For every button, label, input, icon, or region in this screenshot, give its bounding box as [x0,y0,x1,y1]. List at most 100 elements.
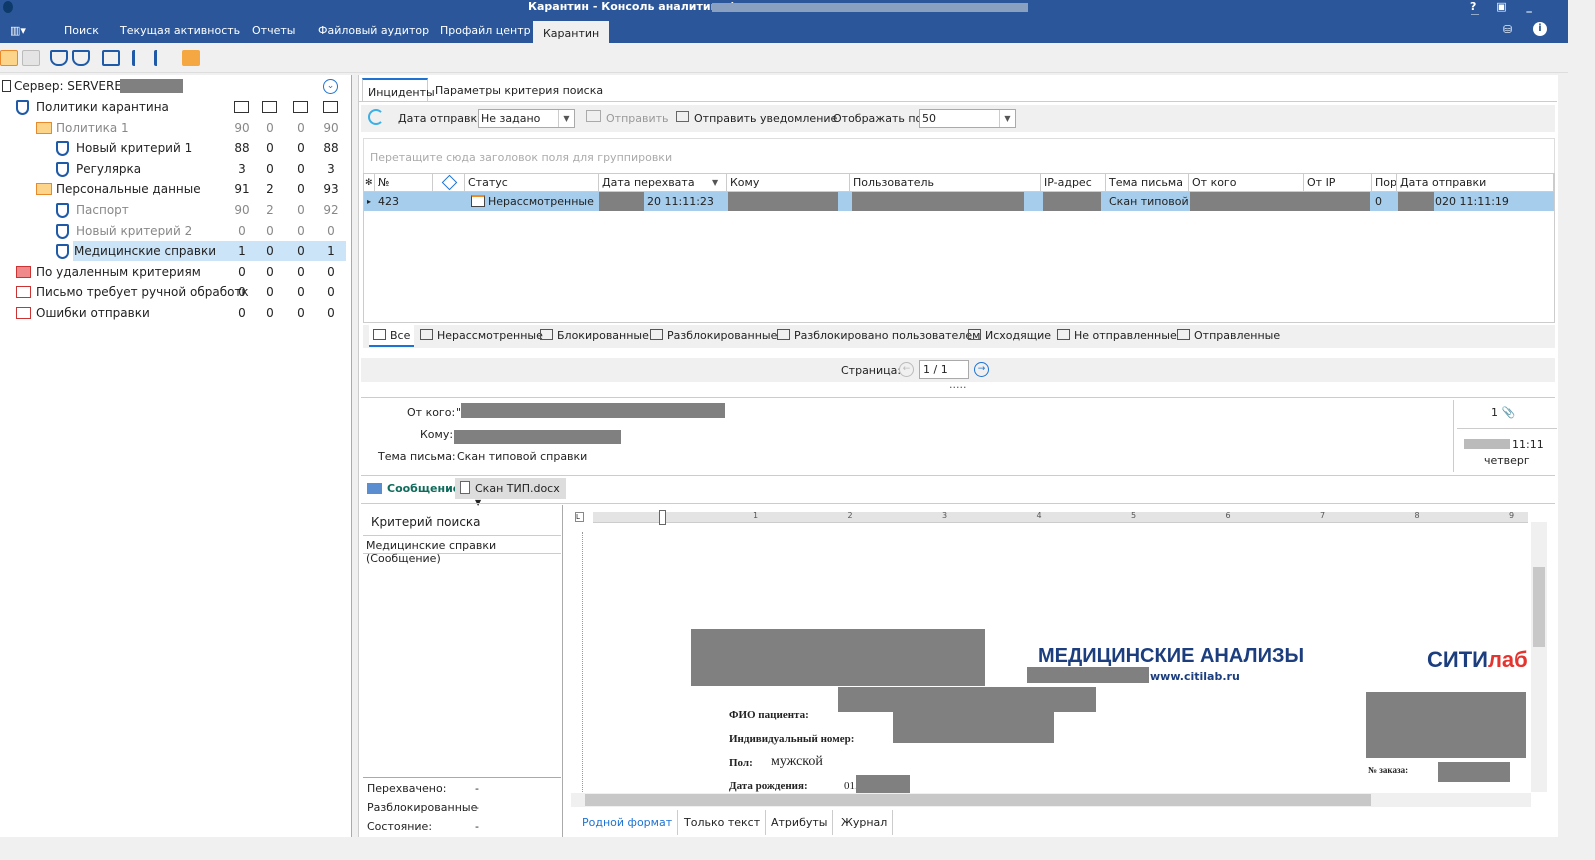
tree-item[interactable]: Политики карантина [0,97,350,117]
page-size-select[interactable]: 50 ▼ [919,109,1016,128]
tree-server[interactable]: Сервер: SERVERES ⌄ [0,76,350,96]
column-header[interactable]: IP-адрес [1041,174,1106,192]
column-header[interactable]: Статус [465,174,599,192]
row-marker: ▸ [367,197,372,206]
ruler-number: 8 [1414,511,1420,520]
vertical-ruler [575,532,583,792]
tree-item-label: Политика 1 [56,120,129,135]
expand-tree-icon[interactable] [132,50,150,66]
incidents-grid: ✻ № Статус Дата перехвата Кому Пользователь IP… [363,173,1555,323]
column-header[interactable]: Кому [727,174,850,192]
tree-item[interactable]: По удаленным критериям 0 0 0 0 [0,262,350,282]
count-cell: 3 [327,161,335,176]
group-by-area[interactable]: Перетащите сюда заголовок поля для групп… [363,138,1555,173]
date-filter-select[interactable]: Не задано ▼ [478,109,575,128]
next-page-icon[interactable]: → [974,362,989,377]
toolbar [0,43,1568,73]
tab-current-activity[interactable]: Текущая активность [120,24,240,37]
column-header[interactable]: От IP [1304,174,1372,192]
tab-quarantine[interactable]: Карантин [533,21,610,43]
tab-profile-center[interactable]: Профайл центр [440,24,531,37]
prev-page-icon[interactable]: ← [899,362,914,377]
sent-mail-icon [1177,329,1190,340]
message-button[interactable]: Сообщение [387,482,460,495]
view-tab[interactable]: Только текст [679,810,767,835]
chevron-down-icon: ▼ [999,110,1015,127]
column-header[interactable]: Тема письма [1106,174,1189,192]
collapse-all-icon[interactable]: ⌄ [323,79,338,94]
rename-icon[interactable] [102,50,120,66]
column-header[interactable]: Дата отправки [1397,174,1554,192]
count-cell: 0 [297,223,305,238]
column-header[interactable]: Пользователь [850,174,1041,192]
add-folder-icon[interactable] [0,50,18,66]
vertical-scrollbar[interactable] [1531,522,1547,792]
app-menu-button[interactable]: ▥▾ [10,24,26,37]
tree-item[interactable]: Регулярка 3 0 0 3 [0,159,350,179]
send-notification-button[interactable]: Отправить уведомление [694,112,837,125]
attachment-count[interactable]: 1 📎 [1491,406,1515,419]
filter-tab-outgoing[interactable]: Исходящие [968,325,1051,347]
filter-tab-unblocked-by-user[interactable]: Разблокировано пользователем [777,325,980,347]
filter-tab-all[interactable]: Все [369,325,415,347]
tree-item[interactable]: Новый критерий 2 0 0 0 0 [0,221,350,241]
notify-icon [676,111,689,122]
count-cell: 90 [234,203,250,217]
tree-item[interactable]: Письмо требует ручной обработк 0 0 0 0 [0,282,350,302]
horizontal-ruler[interactable]: 1 2 3 4 5 6 7 8 9 [593,510,1528,525]
tree-item[interactable]: Паспорт 90 2 0 92 [0,200,350,220]
filter-tab-label: Нерассмотренные [437,329,543,342]
tree-item[interactable]: Новый критерий 1 88 0 0 88 [0,138,350,158]
delete-criterion-icon[interactable] [72,50,90,66]
column-header[interactable]: Пор [1372,174,1397,192]
tab-reports[interactable]: Отчеты [252,24,295,37]
app-logo-icon [3,1,13,13]
subject-value: Скан типовой справки [457,450,588,463]
page-input[interactable]: 1 / 1 [919,360,969,379]
database-icon[interactable]: ⛁ [1503,23,1512,36]
filter-tab-label: Разблокированные [667,329,778,342]
tree-item[interactable]: Политика 1 90 0 0 90 [0,118,350,138]
attachment-select[interactable]: Скан ТИП.docx ▼ [455,478,566,507]
count-cell: 2 [266,203,274,217]
add-criterion-icon[interactable] [50,50,68,66]
stat-value: - [475,782,479,795]
tab-incidents[interactable]: Инциденты [362,78,435,101]
collapse-tree-icon[interactable] [154,50,172,66]
sort-desc-icon[interactable]: ▼ [712,178,718,187]
shield-lock-icon [16,100,29,115]
ruler-number: 3 [942,511,948,520]
refresh-icon[interactable] [368,109,384,125]
column-header[interactable]: № [375,174,433,192]
info-icon[interactable]: i [1533,22,1547,36]
filter-tab-blocked[interactable]: Блокированные [540,325,649,347]
filter-tab-unreviewed[interactable]: Нерассмотренные [420,325,543,347]
table-row[interactable]: ▸ 423 Нерассмотренные 20 11:11:23 Скан типов… [364,192,1554,211]
filter-tab-sent[interactable]: Отправленные [1177,325,1280,347]
tab-stop-icon[interactable]: L [575,512,584,522]
delete-folder-icon[interactable] [22,50,40,66]
row-marker-header: ✻ [364,174,375,192]
count-cell: 0 [327,223,335,238]
criteria-item[interactable]: Медицинские справки (Сообщение) [363,535,561,565]
column-header[interactable]: От кого [1189,174,1304,192]
tree-item[interactable]: Ошибки отправки 0 0 0 0 [0,303,350,323]
horizontal-scrollbar[interactable] [571,793,1531,807]
column-header[interactable]: Дата перехвата [599,174,727,192]
indent-marker-icon[interactable] [659,510,666,525]
import-icon[interactable] [182,50,200,66]
tree-item[interactable]: Персональные данные 91 2 0 93 [0,179,350,199]
from-label: От кого: [407,406,456,419]
view-tab[interactable]: Родной формат [577,810,679,835]
sent-time: 11:11 [1512,438,1544,451]
view-tab[interactable]: Атрибуты [766,810,834,835]
splitter-handle[interactable]: ····· [949,381,966,394]
tab-search[interactable]: Поиск [64,24,99,37]
tree-item[interactable]: Медицинские справки 1 0 0 1 [0,241,350,262]
tab-search-params[interactable]: Параметры критерия поиска [435,84,603,97]
send-button[interactable]: Отправить [606,112,669,125]
filter-tab-unblocked[interactable]: Разблокированные [650,325,777,347]
tab-file-auditor[interactable]: Файловый аудитор [318,24,429,37]
filter-tab-not-sent[interactable]: Не отправленные [1057,325,1177,347]
view-tab[interactable]: Журнал [836,810,894,835]
